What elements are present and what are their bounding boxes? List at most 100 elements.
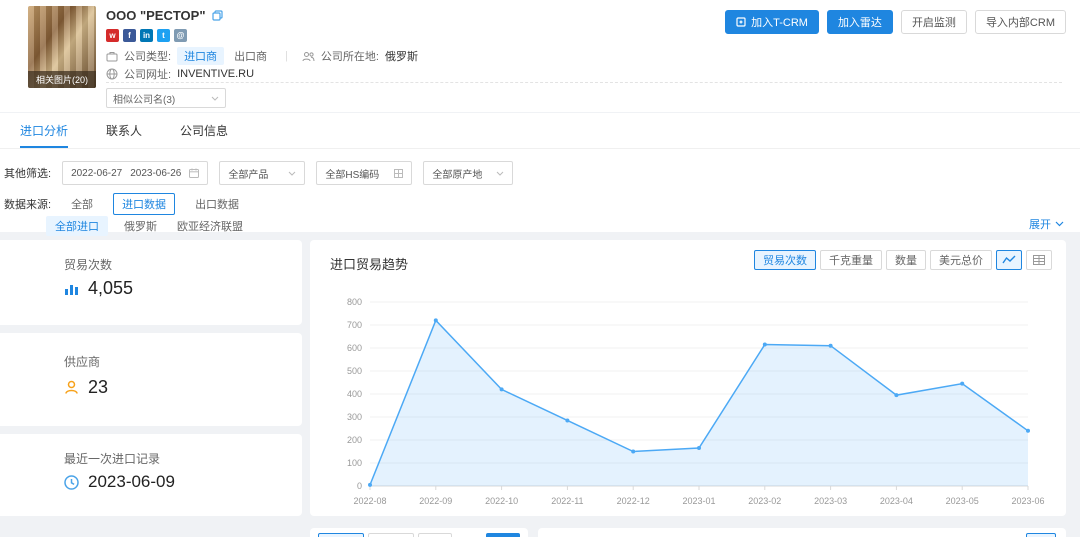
sub-option-russia[interactable]: 俄罗斯 [120, 216, 161, 236]
similar-company-select[interactable]: 相似公司名(3) [106, 88, 226, 108]
start-monitoring-button[interactable]: 开启监测 [901, 10, 967, 34]
location-value: 俄罗斯 [385, 48, 418, 64]
last-import-label: 最近一次进口记录 [64, 450, 160, 467]
last-import-value: 2023-06-09 [88, 472, 175, 492]
svg-text:2022-09: 2022-09 [419, 496, 452, 506]
bar-chart-icon [64, 282, 79, 296]
last-import-card: 最近一次进口记录 2023-06-09 [0, 434, 302, 516]
email-icon[interactable]: @ [174, 29, 187, 42]
partial-button[interactable] [486, 533, 520, 537]
svg-text:200: 200 [347, 435, 362, 445]
company-trade-page: 相关图片(20) OOO "PECTOP" w f in t @ 公司类型: [0, 0, 1080, 537]
tab-import-analysis[interactable]: 进口分析 [20, 113, 68, 148]
linkedin-icon[interactable]: in [140, 29, 153, 42]
tab-company-info[interactable]: 公司信息 [180, 113, 228, 148]
supplier-card: 供应商 23 [0, 333, 302, 426]
trade-count-card: 贸易次数 4,055 [0, 240, 302, 325]
import-source-subrow: 全部进口 俄罗斯 欧亚经济联盟 [46, 216, 247, 236]
partial-button[interactable] [318, 533, 364, 537]
location-icon [302, 51, 315, 62]
origin-select[interactable]: 全部原产地 [423, 161, 513, 185]
import-crm-button[interactable]: 导入内部CRM [975, 10, 1066, 34]
chevron-down-icon [211, 93, 219, 104]
svg-text:2022-08: 2022-08 [353, 496, 386, 506]
weibo-icon[interactable]: w [106, 29, 119, 42]
copy-icon[interactable] [212, 10, 223, 21]
data-source-import[interactable]: 进口数据 [113, 193, 175, 215]
hs-code-select-value: 全部HS编码 [325, 166, 379, 181]
tab-contacts[interactable]: 联系人 [106, 113, 142, 148]
expand-link[interactable]: 展开 [1029, 216, 1064, 232]
start-monitoring-label: 开启监测 [912, 14, 956, 30]
data-source-row: 数据来源: 全部 进口数据 出口数据 [4, 193, 247, 215]
location-label: 公司所在地: [321, 48, 379, 64]
twitter-icon[interactable]: t [157, 29, 170, 42]
other-filters-label: 其他筛选: [4, 165, 51, 181]
company-type-icon [106, 51, 118, 62]
company-info: OOO "PECTOP" w f in t @ [106, 8, 223, 42]
supplier-label: 供应商 [64, 353, 100, 370]
filter-row: 其他筛选: 2022-06-27 2023-06-26 全部产品 全部HS编码 … [4, 161, 513, 185]
sub-option-eaeu[interactable]: 欧亚经济联盟 [173, 216, 247, 236]
tcrm-icon [736, 17, 746, 27]
social-links: w f in t @ [106, 29, 223, 42]
data-source-label: 数据来源: [4, 196, 51, 212]
date-range-picker[interactable]: 2022-06-27 2023-06-26 [62, 161, 208, 185]
data-source-export[interactable]: 出口数据 [187, 194, 247, 214]
related-images-caption[interactable]: 相关图片(20) [28, 71, 96, 88]
partial-button[interactable] [1026, 533, 1056, 537]
company-name: OOO "PECTOP" [106, 8, 206, 23]
calendar-icon [189, 168, 199, 178]
data-source-all[interactable]: 全部 [63, 194, 101, 214]
svg-text:100: 100 [347, 458, 362, 468]
date-from[interactable]: 2022-06-27 [71, 168, 122, 179]
import-trend-line-chart[interactable]: 01002003004005006007008002022-082022-092… [334, 290, 1046, 512]
supplier-icon [64, 380, 79, 395]
website-value[interactable]: INVENTIVE.RU [177, 68, 254, 80]
import-crm-label: 导入内部CRM [986, 14, 1055, 30]
company-website-row: 公司网址: INVENTIVE.RU [106, 66, 254, 82]
globe-icon [106, 68, 118, 80]
svg-text:2022-11: 2022-11 [551, 496, 583, 506]
importer-tag[interactable]: 进口商 [177, 47, 224, 65]
sub-option-all-import[interactable]: 全部进口 [46, 216, 108, 236]
partial-panel-right [538, 528, 1066, 537]
analysis-panel: 进口分析 联系人 公司信息 其他筛选: 2022-06-27 2023-06-2… [0, 113, 1080, 232]
svg-text:2022-12: 2022-12 [617, 496, 650, 506]
add-tcrm-button[interactable]: 加入T-CRM [725, 10, 819, 34]
chevron-down-icon [1055, 221, 1064, 227]
exporter-tag[interactable]: 出口商 [230, 47, 271, 65]
website-label: 公司网址: [124, 66, 171, 82]
company-type-label: 公司类型: [124, 48, 171, 64]
clock-icon [64, 475, 79, 490]
partial-button[interactable] [368, 533, 414, 537]
add-tcrm-label: 加入T-CRM [751, 14, 808, 30]
metric-quantity-button[interactable]: 数量 [886, 250, 926, 270]
table-view-button[interactable] [1026, 250, 1052, 270]
trade-count-label: 贸易次数 [64, 256, 112, 273]
grid-icon [394, 169, 403, 178]
product-select[interactable]: 全部产品 [219, 161, 305, 185]
company-photo[interactable]: 相关图片(20) [28, 6, 96, 88]
date-to[interactable]: 2023-06-26 [130, 168, 181, 179]
divider: | [285, 50, 288, 62]
hs-code-select[interactable]: 全部HS编码 [316, 161, 412, 185]
table-icon [1033, 255, 1045, 265]
svg-text:700: 700 [347, 320, 362, 330]
svg-text:2023-01: 2023-01 [682, 496, 715, 506]
import-trend-panel: 进口贸易趋势 贸易次数 千克重量 数量 美元总价 010020030040050… [310, 240, 1066, 516]
metric-usd-button[interactable]: 美元总价 [930, 250, 992, 270]
facebook-icon[interactable]: f [123, 29, 136, 42]
expand-label: 展开 [1029, 216, 1051, 232]
metric-trade-count-button[interactable]: 贸易次数 [754, 250, 816, 270]
add-radar-button[interactable]: 加入雷达 [827, 10, 893, 34]
partial-button[interactable] [418, 533, 452, 537]
line-chart-view-button[interactable] [996, 250, 1022, 270]
metric-weight-button[interactable]: 千克重量 [820, 250, 882, 270]
company-meta-row: 公司类型: 进口商 出口商 | 公司所在地: 俄罗斯 [106, 47, 418, 65]
svg-text:2023-06: 2023-06 [1011, 496, 1044, 506]
chart-metric-toggles: 贸易次数 千克重量 数量 美元总价 [754, 250, 1052, 270]
supplier-value: 23 [88, 377, 108, 398]
partial-panel-left [310, 528, 528, 537]
origin-select-value: 全部原产地 [432, 166, 482, 181]
